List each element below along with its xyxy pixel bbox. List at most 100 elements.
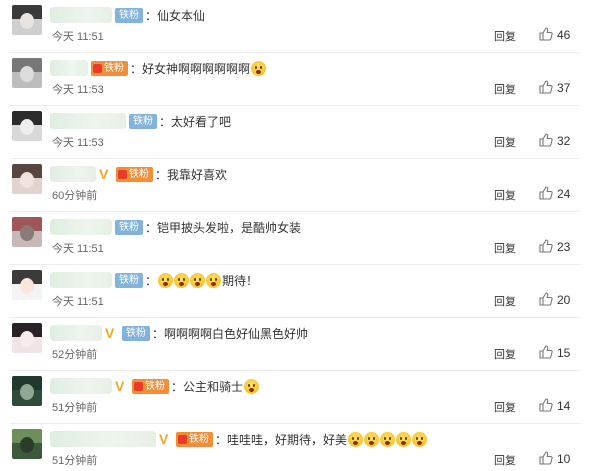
comment-text: 期待！ xyxy=(222,273,259,288)
avatar[interactable] xyxy=(12,5,42,35)
comment-time: 今天 11:51 xyxy=(52,243,104,255)
surprised-emoji-icon xyxy=(190,272,206,288)
avatar[interactable] xyxy=(12,376,42,406)
verified-v-icon: V xyxy=(115,378,125,394)
surprised-emoji-icon xyxy=(396,431,412,447)
reply-button[interactable]: 回复 xyxy=(494,452,516,468)
iron-fan-badge: 铁粉 xyxy=(176,431,213,447)
avatar[interactable] xyxy=(12,111,42,141)
comment-text: ：好女神啊啊啊啊啊啊 xyxy=(130,61,251,76)
like-count: 20 xyxy=(557,293,571,307)
reply-button[interactable]: 回复 xyxy=(494,81,516,97)
reply-button[interactable]: 回复 xyxy=(494,187,516,203)
comment-text: ：铠甲披头发啦，是酷帅女装 xyxy=(145,220,302,235)
comment-item: 铁粉 ： 期待！ 今天 11:51 回复 20 xyxy=(0,265,592,318)
thumbs-up-icon[interactable] xyxy=(539,239,553,253)
username[interactable] xyxy=(50,113,126,129)
comment-text: ：啊啊啊啊白色好仙黑色好帅 xyxy=(152,326,309,341)
iron-fan-badge: 铁粉 xyxy=(116,166,153,182)
like-count: 14 xyxy=(557,399,571,413)
thumbs-up-icon[interactable] xyxy=(539,398,553,412)
thumbs-up-icon[interactable] xyxy=(539,292,553,306)
surprised-emoji-icon xyxy=(364,431,380,447)
surprised-emoji-icon xyxy=(251,60,267,76)
comment-item: V 铁粉 ：啊啊啊啊白色好仙黑色好帅 52分钟前 回复 15 xyxy=(0,318,592,371)
like-count: 32 xyxy=(557,134,571,148)
like-count: 37 xyxy=(557,81,571,95)
comment-time: 今天 11:53 xyxy=(52,137,104,149)
like-count: 24 xyxy=(557,187,571,201)
badge-label: 铁粉 xyxy=(129,168,149,180)
surprised-emoji-icon xyxy=(348,431,364,447)
surprised-emoji-icon xyxy=(174,272,190,288)
comment-item: V 铁粉 ：哇哇哇，好期待，好美 51分钟前 回复 10 xyxy=(0,424,592,471)
comment-item: V 铁粉 ：我靠好喜欢 60分钟前 回复 24 xyxy=(0,159,592,212)
reply-button[interactable]: 回复 xyxy=(494,240,516,256)
avatar[interactable] xyxy=(12,429,42,459)
verified-v-icon: V xyxy=(159,431,169,447)
comment-text: ：仙女本仙 xyxy=(145,8,206,23)
comment-item: 铁粉 ：铠甲披头发啦，是酷帅女装 今天 11:51 回复 23 xyxy=(0,212,592,265)
reply-button[interactable]: 回复 xyxy=(494,28,516,44)
comment-text: ：太好看了吧 xyxy=(159,114,232,129)
comment-time: 今天 11:51 xyxy=(52,296,104,308)
avatar[interactable] xyxy=(12,58,42,88)
avatar[interactable] xyxy=(12,270,42,300)
surprised-emoji-icon xyxy=(206,272,222,288)
comment-time: 今天 11:51 xyxy=(52,31,104,43)
crown-icon xyxy=(178,434,187,444)
badge-label: 铁粉 xyxy=(189,433,209,445)
username[interactable] xyxy=(50,166,96,182)
crown-icon xyxy=(93,63,102,73)
comment-colon: ： xyxy=(145,273,158,288)
badge-label: 铁粉 xyxy=(104,62,124,74)
comment-time: 51分钟前 xyxy=(52,455,98,467)
surprised-emoji-icon xyxy=(158,272,174,288)
comment-item: V 铁粉 ：公主和骑士 51分钟前 回复 14 xyxy=(0,371,592,424)
comment-item: 铁粉 ：仙女本仙 今天 11:51 回复 46 xyxy=(0,0,592,53)
fan-badge: 铁粉 xyxy=(115,272,143,288)
avatar[interactable] xyxy=(12,217,42,247)
username[interactable] xyxy=(50,272,112,288)
fan-badge: 铁粉 xyxy=(115,219,143,235)
username[interactable] xyxy=(50,431,156,447)
username[interactable] xyxy=(50,219,112,235)
comment-text: ：公主和骑士 xyxy=(171,379,244,394)
thumbs-up-icon[interactable] xyxy=(539,186,553,200)
avatar[interactable] xyxy=(12,164,42,194)
crown-icon xyxy=(134,381,143,391)
reply-button[interactable]: 回复 xyxy=(494,346,516,362)
comment-item: 铁粉 ：太好看了吧 今天 11:53 回复 32 xyxy=(0,106,592,159)
reply-button[interactable]: 回复 xyxy=(494,399,516,415)
thumbs-up-icon[interactable] xyxy=(539,451,553,465)
reply-button[interactable]: 回复 xyxy=(494,293,516,309)
crown-icon xyxy=(118,169,127,179)
fan-badge: 铁粉 xyxy=(129,113,157,129)
like-count: 23 xyxy=(557,240,571,254)
thumbs-up-icon[interactable] xyxy=(539,133,553,147)
iron-fan-badge: 铁粉 xyxy=(132,378,169,394)
comment-item: 铁粉 ：好女神啊啊啊啊啊啊 今天 11:53 回复 37 xyxy=(0,53,592,106)
like-count: 15 xyxy=(557,346,571,360)
thumbs-up-icon[interactable] xyxy=(539,27,553,41)
avatar[interactable] xyxy=(12,323,42,353)
comment-time: 52分钟前 xyxy=(52,349,98,361)
username[interactable] xyxy=(50,378,112,394)
comment-text: ：哇哇哇，好期待，好美 xyxy=(215,432,348,447)
username[interactable] xyxy=(50,325,102,341)
comment-text: ：我靠好喜欢 xyxy=(155,167,228,182)
verified-v-icon: V xyxy=(105,325,115,341)
badge-label: 铁粉 xyxy=(145,380,165,392)
username[interactable] xyxy=(50,60,88,76)
fan-badge: 铁粉 xyxy=(115,7,143,23)
comment-time: 51分钟前 xyxy=(52,402,98,414)
username[interactable] xyxy=(50,7,112,23)
comment-time: 60分钟前 xyxy=(52,190,98,202)
reply-button[interactable]: 回复 xyxy=(494,134,516,150)
surprised-emoji-icon xyxy=(380,431,396,447)
fan-badge: 铁粉 xyxy=(122,325,150,341)
iron-fan-badge: 铁粉 xyxy=(91,60,128,76)
thumbs-up-icon[interactable] xyxy=(539,345,553,359)
thumbs-up-icon[interactable] xyxy=(539,80,553,94)
verified-v-icon: V xyxy=(99,166,109,182)
